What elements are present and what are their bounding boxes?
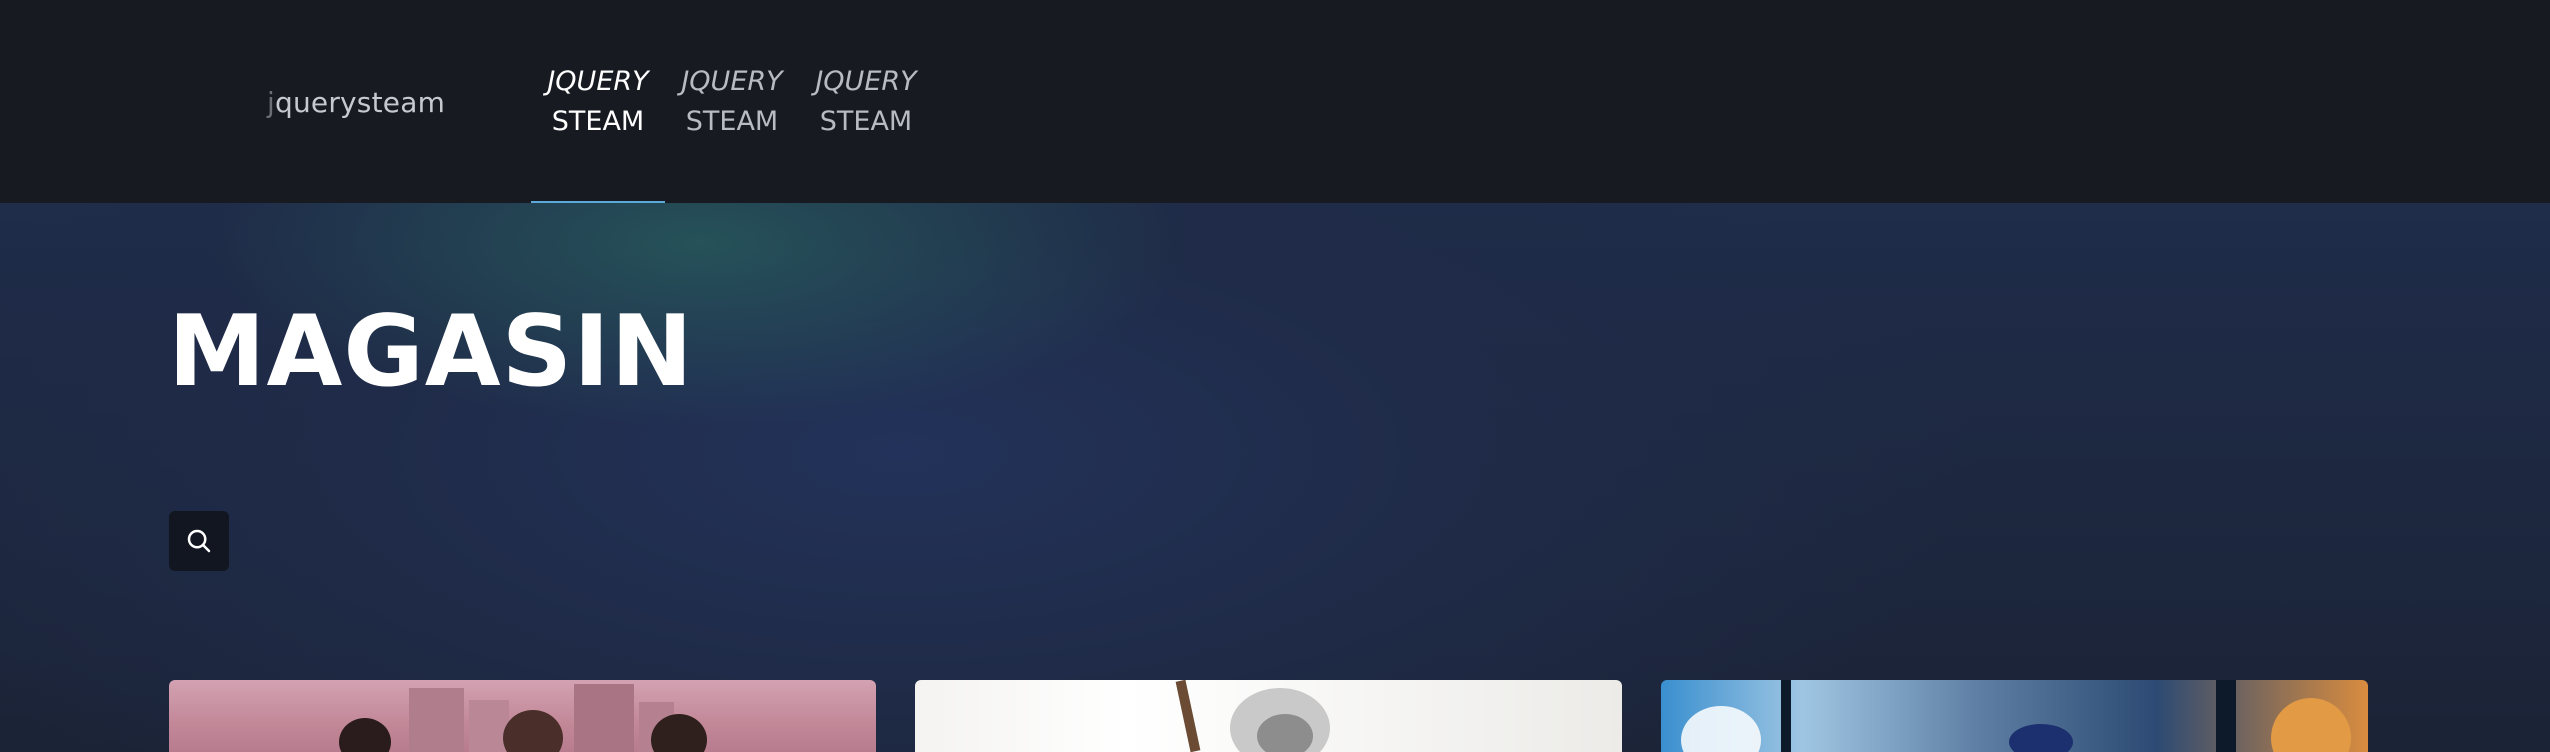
nav-item-bottom-label: STEAM (551, 106, 645, 137)
nav-item-1[interactable]: JQUERY STEAM (531, 62, 665, 203)
game-card[interactable] (915, 680, 1622, 752)
game-cover-image (339, 684, 707, 752)
game-card[interactable] (169, 680, 876, 752)
nav-item-3[interactable]: JQUERY STEAM (799, 62, 933, 203)
game-card[interactable] (1661, 680, 2368, 752)
brand-name: querysteam (274, 86, 446, 119)
top-navigation-bar: jquerysteam JQUERY STEAM JQUERY STEAM JQ… (0, 0, 2550, 203)
nav-item-top-label: JQUERY (815, 66, 917, 97)
page-title: MAGASIN (168, 295, 694, 409)
nav-item-top-label: JQUERY (547, 66, 649, 97)
search-button[interactable] (169, 511, 229, 571)
nav-item-2[interactable]: JQUERY STEAM (665, 62, 799, 203)
brand-prefix: j (267, 86, 275, 119)
game-cover-image (1175, 680, 1330, 752)
nav-item-bottom-label: STEAM (819, 106, 913, 137)
hero-section (0, 203, 2550, 752)
brand-logo[interactable]: jquerysteam (267, 86, 445, 119)
nav-item-top-label: JQUERY (681, 66, 783, 97)
game-cover-image (1681, 680, 2351, 752)
main-nav: JQUERY STEAM JQUERY STEAM JQUERY STEAM (531, 62, 933, 203)
nav-item-bottom-label: STEAM (685, 106, 779, 137)
search-icon (187, 529, 211, 553)
